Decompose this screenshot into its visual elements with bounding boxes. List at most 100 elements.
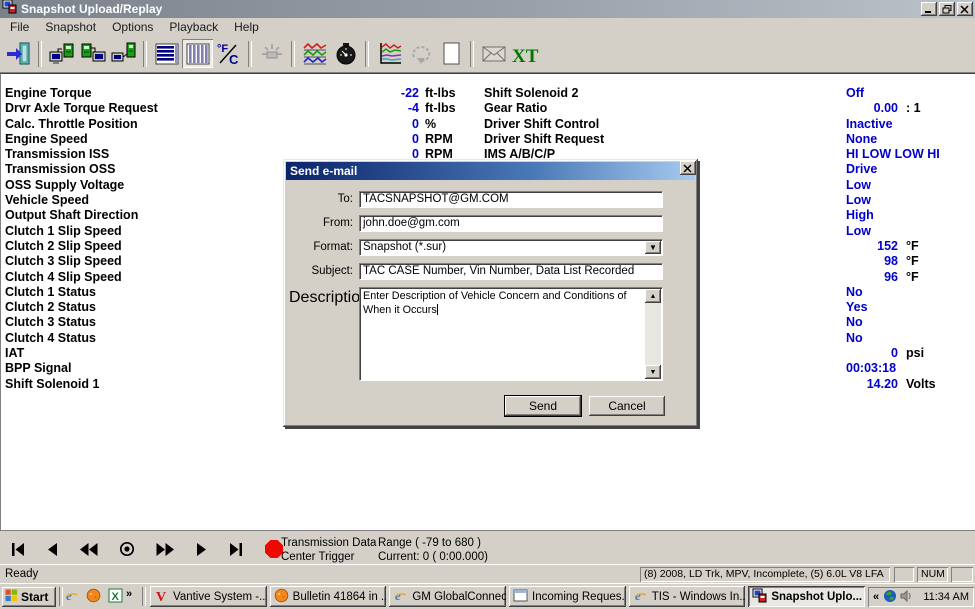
playback-channel: Transmission Data: [281, 536, 376, 550]
toolbar-separator: [291, 41, 295, 67]
parameter-value: 98: [824, 254, 898, 269]
num-lock-indicator: NUM: [917, 567, 948, 582]
subject-field[interactable]: TAC CASE Number, Vin Number, Data List R…: [359, 263, 663, 280]
task-label: Bulletin 41864 in ...: [293, 591, 387, 603]
menu-item-file[interactable]: File: [2, 19, 37, 35]
description-field[interactable]: Enter Description of Vehicle Concern and…: [359, 287, 663, 381]
dialog-title: Send e-mail: [290, 164, 357, 178]
from-label: From:: [289, 215, 353, 232]
audio-icon[interactable]: [899, 589, 913, 606]
temp-units-icon[interactable]: °FC: [213, 39, 244, 68]
graph-icon[interactable]: [373, 39, 404, 68]
dialog-titlebar[interactable]: Send e-mail: [286, 162, 695, 180]
globe-icon[interactable]: [883, 589, 897, 606]
parameter-label: Clutch 3 Status: [5, 315, 96, 330]
row-view-icon[interactable]: [151, 39, 182, 68]
svg-text:V: V: [156, 590, 166, 603]
strip-chart-icon[interactable]: [299, 39, 330, 68]
application-window: Snapshot Upload/Replay FileSnapshotOptio…: [0, 0, 975, 609]
from-field[interactable]: john.doe@gm.com: [359, 215, 663, 232]
upload-computer-icon[interactable]: [46, 39, 77, 68]
parameter-unit: °F: [906, 270, 919, 285]
data-row: Driver Shift RequestNone: [480, 132, 975, 147]
task-button[interactable]: Incoming Reques...: [509, 586, 626, 607]
task-button[interactable]: Bulletin 41864 in ...: [270, 586, 387, 607]
email-icon[interactable]: [478, 39, 509, 68]
column-view-icon[interactable]: [182, 39, 213, 68]
playback-range: Range ( -79 to 680 ): [378, 536, 488, 550]
quick-launch-overflow[interactable]: »: [126, 588, 132, 600]
rewind-icon[interactable]: [80, 543, 98, 556]
to-field[interactable]: TACSNAPSHOT@GM.COM: [359, 191, 663, 208]
chevron-down-icon[interactable]: ▼: [645, 241, 661, 254]
playback-bar: Transmission Data Center Trigger Range (…: [0, 530, 975, 565]
vantive-icon: V: [154, 588, 169, 606]
parameter-label: BPP Signal: [5, 361, 71, 376]
step-back-icon[interactable]: [47, 543, 59, 556]
start-button[interactable]: Start: [2, 587, 56, 607]
new-page-icon[interactable]: [435, 39, 466, 68]
menu-item-options[interactable]: Options: [104, 19, 161, 35]
scroll-up-icon[interactable]: ▲: [645, 289, 661, 303]
tray-chevron[interactable]: «: [873, 591, 879, 603]
parameter-label: Clutch 4 Status: [5, 331, 96, 346]
parameter-value: Low: [846, 178, 871, 193]
restore-icon[interactable]: [939, 2, 955, 16]
close-icon[interactable]: [957, 2, 973, 16]
scroll-down-icon[interactable]: ▼: [645, 365, 661, 379]
fast-forward-icon[interactable]: [156, 543, 174, 556]
ie-icon: e: [633, 588, 648, 606]
svg-text:C: C: [229, 52, 239, 67]
record-center-icon[interactable]: [119, 541, 135, 557]
data-row: Gear Ratio0.00: 1: [480, 101, 975, 116]
task-button[interactable]: eTIS - Windows In...: [629, 586, 746, 607]
parameter-unit: °F: [906, 254, 919, 269]
menu-item-help[interactable]: Help: [226, 19, 267, 35]
task-button[interactable]: VVantive System -...: [150, 586, 267, 607]
menu-item-playback[interactable]: Playback: [161, 19, 226, 35]
parameter-value: Low: [846, 193, 871, 208]
parameter-value: 96: [824, 270, 898, 285]
parameter-value: Off: [846, 86, 864, 101]
excel-icon[interactable]: X: [108, 588, 123, 608]
parameter-label: Clutch 2 Status: [5, 300, 96, 315]
parameter-label: Clutch 1 Status: [5, 285, 96, 300]
send-button[interactable]: Send: [505, 396, 581, 416]
menu-item-snapshot[interactable]: Snapshot: [37, 19, 104, 35]
parameter-value: 0: [335, 117, 419, 132]
parameter-label: Clutch 3 Slip Speed: [5, 254, 122, 269]
task-button[interactable]: Snapshot Uplo...: [748, 586, 865, 607]
ie-icon[interactable]: e: [64, 588, 79, 608]
toolbar-separator: [38, 41, 42, 67]
orange-ball-icon[interactable]: [86, 588, 101, 608]
parameter-label: Gear Ratio: [484, 101, 547, 116]
toolbar-separator: [470, 41, 474, 67]
taskbar-clock: 11:34 AM: [923, 591, 969, 603]
send-email-dialog: Send e-mail To: TACSNAPSHOT@GM.COM From:…: [283, 159, 698, 427]
description-scrollbar[interactable]: ▲ ▼: [645, 289, 661, 379]
minimize-icon[interactable]: [921, 2, 937, 16]
format-select[interactable]: Snapshot (*.sur) ▼: [359, 239, 663, 256]
computer-to-device-icon[interactable]: [108, 39, 139, 68]
description-text: Enter Description of Vehicle Concern and…: [363, 290, 626, 316]
menu-bar: FileSnapshotOptionsPlaybackHelp: [0, 18, 975, 35]
tools-icon[interactable]: XT: [509, 39, 540, 68]
parameter-label: Clutch 1 Slip Speed: [5, 224, 122, 239]
skip-start-icon[interactable]: [10, 543, 26, 556]
svg-text:°F: °F: [217, 43, 228, 55]
device-to-computer-icon[interactable]: [77, 39, 108, 68]
cancel-button[interactable]: Cancel: [589, 396, 665, 416]
data-row: Engine Torque-22ft-lbs: [1, 86, 479, 101]
gauge-icon[interactable]: [330, 39, 361, 68]
parameter-unit: °F: [906, 239, 919, 254]
step-forward-icon[interactable]: [195, 543, 207, 556]
task-button[interactable]: eGM GlobalConnec...: [389, 586, 506, 607]
dialog-close-icon[interactable]: [680, 161, 696, 175]
parameter-unit: ft-lbs: [425, 86, 456, 101]
playback-trigger: Center Trigger: [281, 550, 376, 564]
data-row: Shift Solenoid 2Off: [480, 86, 975, 101]
skip-end-icon[interactable]: [228, 543, 244, 556]
parameter-label: Engine Torque: [5, 86, 92, 101]
parameter-label: Clutch 4 Slip Speed: [5, 270, 122, 285]
exit-icon[interactable]: [3, 39, 34, 68]
